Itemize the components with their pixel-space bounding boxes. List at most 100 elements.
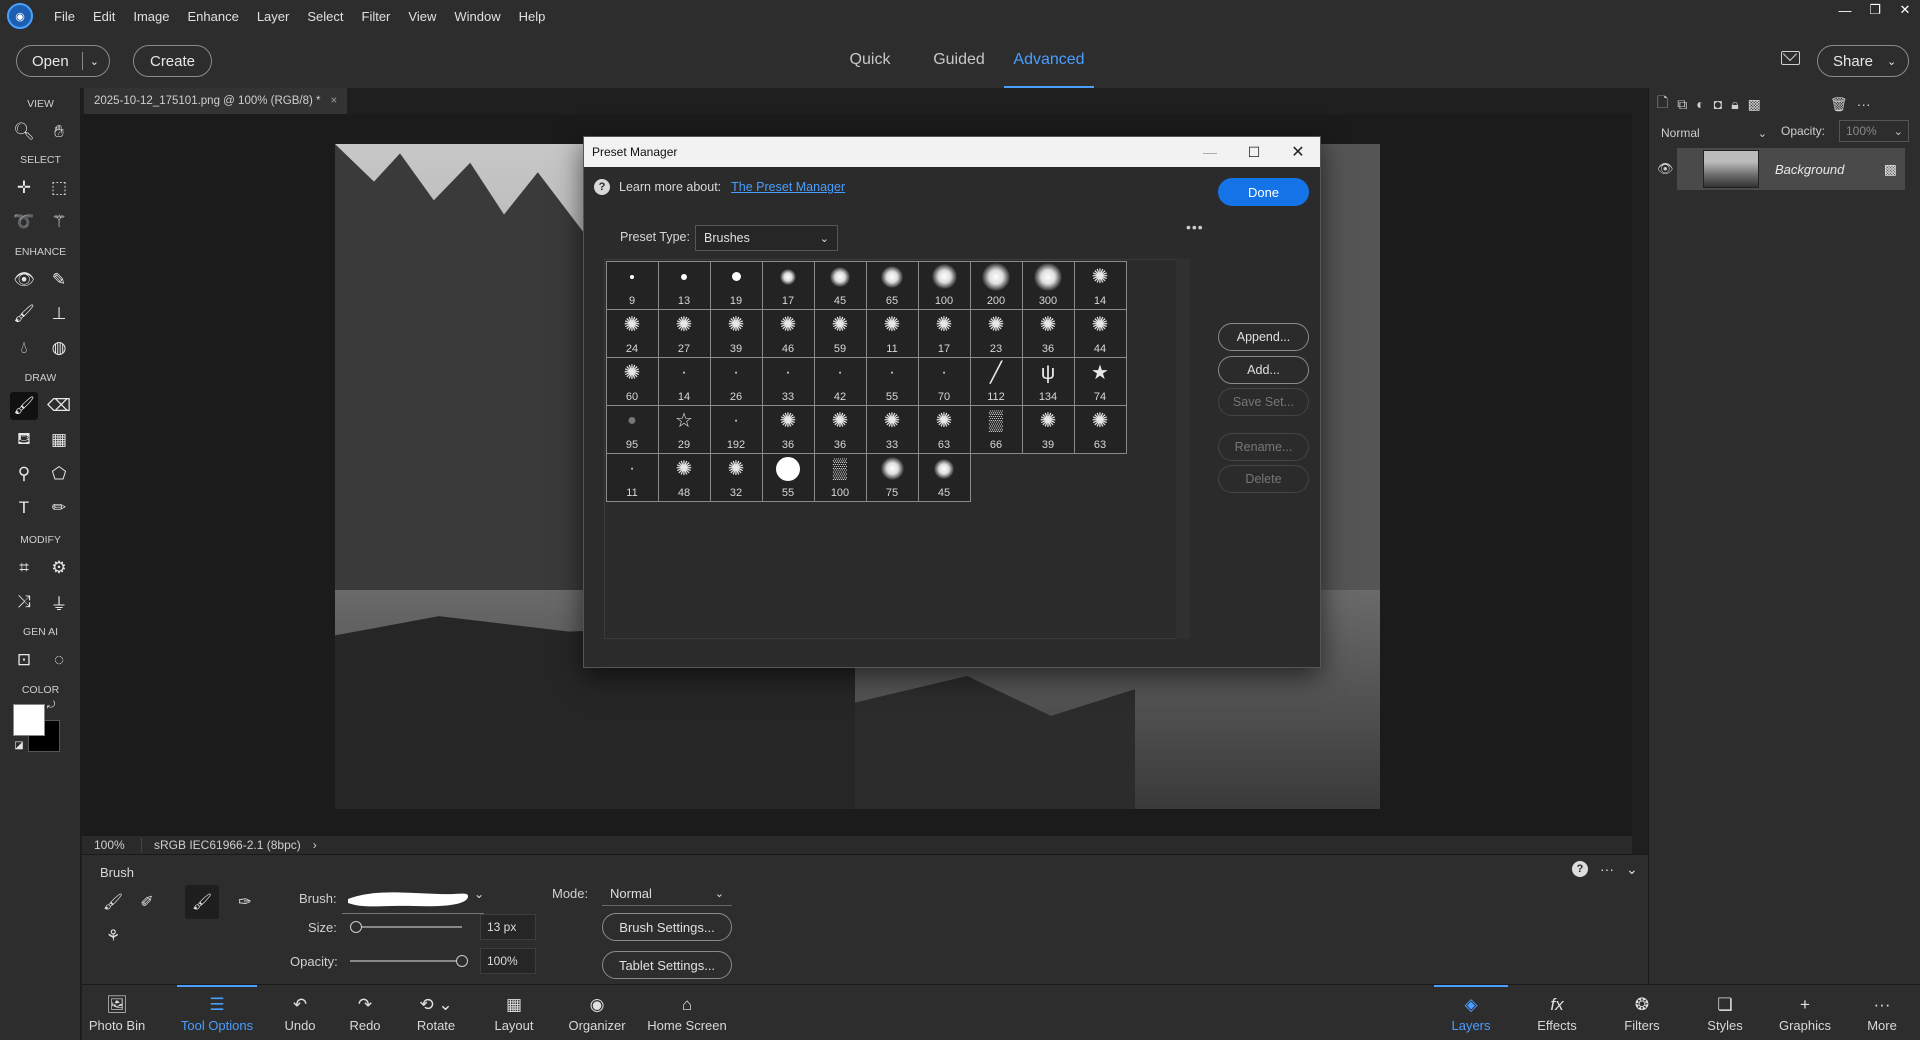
tab-advanced[interactable]: Advanced [1004, 32, 1094, 88]
brush-preset-cell[interactable]: · 192 [709, 404, 763, 454]
create-button[interactable]: Create [133, 45, 212, 77]
brush-preset-cell[interactable]: · 55 [865, 356, 919, 406]
lock-icon[interactable]: 🔒︎ [1731, 96, 1738, 113]
default-colors-icon[interactable]: ◪ [12, 738, 26, 752]
brush-preset-cell[interactable]: · 14 [657, 356, 711, 406]
pencil-tool-icon[interactable]: ✏︎ [45, 494, 73, 522]
opacity-field[interactable]: 100% [480, 948, 536, 974]
menu-file[interactable]: File [45, 9, 84, 24]
minimize-icon[interactable]: — [1830, 0, 1860, 20]
brush-preset-cell[interactable]: 9 [605, 260, 659, 310]
brush-preset-cell[interactable]: ✺ 48 [657, 452, 711, 502]
chevron-right-icon[interactable]: › [313, 838, 317, 852]
brush-preset-cell[interactable]: · 70 [917, 356, 971, 406]
chevron-down-icon[interactable]: ⌄ [90, 55, 99, 68]
delete-button[interactable]: Delete [1218, 465, 1309, 493]
styles-button[interactable]: ❏ Styles [1690, 985, 1760, 1040]
brush-preset-cell[interactable]: ✺ 63 [1073, 404, 1127, 454]
help-icon[interactable]: ? [1572, 861, 1588, 877]
red-eye-tool-icon[interactable]: 👁︎ [10, 266, 38, 294]
photo-bin-button[interactable]: 🖼︎ Photo Bin [82, 985, 152, 1040]
restore-icon[interactable]: ❐ [1860, 0, 1890, 20]
more-icon[interactable]: ··· [1857, 96, 1871, 112]
brush-preset-cell[interactable]: 200 [969, 260, 1023, 310]
brush-preset-cell[interactable]: 13 [657, 260, 711, 310]
layers-button[interactable]: ◈ Layers [1434, 985, 1508, 1040]
size-slider[interactable] [350, 926, 462, 928]
tab-quick[interactable]: Quick [838, 32, 902, 88]
scrollbar[interactable] [1176, 259, 1190, 639]
brush-preset-cell[interactable]: ▒ 100 [813, 452, 867, 502]
foreground-color-swatch[interactable] [13, 704, 45, 736]
generative-expand-icon[interactable]: ◌ [45, 646, 73, 674]
menu-window[interactable]: Window [445, 9, 509, 24]
open-button[interactable]: Open ⌄ [16, 45, 110, 77]
brush-mode-icon[interactable]: 🖌︎ [185, 885, 219, 919]
brush-preset-cell[interactable]: 45 [813, 260, 867, 310]
brush-preset-cell[interactable]: ✺ 60 [605, 356, 659, 406]
layer-lock-icon[interactable]: ▩ [1884, 161, 1897, 178]
filters-button[interactable]: ❂ Filters [1607, 985, 1677, 1040]
swap-colors-icon[interactable]: ⤾ [44, 698, 58, 712]
layer-opacity-field[interactable]: 100% ⌄ [1839, 120, 1909, 142]
brush-preset-cell[interactable]: ✺ 14 [1073, 260, 1127, 310]
brush-preset-cell[interactable]: ✺ 27 [657, 308, 711, 358]
layout-button[interactable]: ▦ Layout [486, 985, 542, 1040]
brush-preset-cell[interactable]: ✺ 11 [865, 308, 919, 358]
layer-row[interactable]: Background ▩ [1677, 148, 1905, 190]
opacity-slider[interactable] [350, 960, 462, 962]
brush-preset-cell[interactable]: ✺ 36 [813, 404, 867, 454]
size-slider-knob[interactable] [349, 921, 362, 933]
brush-preset-cell[interactable]: ✺ 46 [761, 308, 815, 358]
eye-icon[interactable]: 👁︎ [1657, 161, 1674, 177]
brush-preset-cell[interactable]: 300 [1021, 260, 1075, 310]
brush-preset-cell[interactable]: ★ 74 [1073, 356, 1127, 406]
straighten-tool-icon[interactable]: ⏚ [45, 588, 73, 616]
brush-preset-cell[interactable]: ╱ 112 [969, 356, 1023, 406]
graphics-button[interactable]: + Graphics [1765, 985, 1845, 1040]
size-field[interactable]: 13 px [480, 914, 536, 940]
clone-stamp-icon[interactable]: ⊥ [45, 300, 73, 328]
sponge-tool-icon[interactable]: ◍ [45, 334, 73, 362]
menu-enhance[interactable]: Enhance [179, 9, 248, 24]
append-button[interactable]: Append... [1218, 323, 1309, 351]
trash-icon[interactable]: 🗑︎ [1830, 96, 1848, 113]
menu-image[interactable]: Image [124, 9, 178, 24]
content-aware-move-icon[interactable]: ⤨ [10, 588, 38, 616]
menu-help[interactable]: Help [510, 9, 555, 24]
brush-preset-cell[interactable]: ✺ 32 [709, 452, 763, 502]
paint-bucket-icon[interactable]: ⛾ [10, 426, 38, 454]
brush-preset-cell[interactable]: ☆ 29 [657, 404, 711, 454]
chevron-down-icon[interactable]: ⌄ [1626, 861, 1638, 878]
chevron-down-icon[interactable]: ⌄ [474, 887, 484, 901]
add-button[interactable]: Add... [1218, 356, 1309, 384]
move-tool-icon[interactable]: ✛ [10, 174, 38, 202]
undo-button[interactable]: ↶ Undo [275, 985, 325, 1040]
more-button[interactable]: ··· More [1852, 985, 1912, 1040]
layer-mask-icon[interactable]: ◘ [1714, 96, 1722, 112]
brush-preset-cell[interactable]: ✺ 33 [865, 404, 919, 454]
brush-preset-cell[interactable]: · 11 [605, 452, 659, 502]
brush-preset-cell[interactable]: 75 [865, 452, 919, 502]
redo-button[interactable]: ↷ Redo [340, 985, 390, 1040]
magic-wand-icon[interactable]: ⚚ [45, 208, 73, 236]
organizer-button[interactable]: ◉ Organizer [564, 985, 630, 1040]
brush-variant-icon[interactable]: 🖌︎ [96, 885, 130, 919]
eyedropper-icon[interactable]: ⚲ [10, 460, 38, 488]
brush-preset-cell[interactable]: ✺ 59 [813, 308, 867, 358]
brush-preset-cell[interactable]: ✺ 36 [761, 404, 815, 454]
eraser-tool-icon[interactable]: ⌫ [45, 392, 73, 420]
menu-edit[interactable]: Edit [84, 9, 124, 24]
menu-select[interactable]: Select [298, 9, 352, 24]
done-button[interactable]: Done [1218, 178, 1309, 206]
brush-preset-cell[interactable]: ψ 134 [1021, 356, 1075, 406]
brush-preset-cell[interactable]: 45 [917, 452, 971, 502]
brush-preset-cell[interactable]: ✺ 24 [605, 308, 659, 358]
brush-preset-cell[interactable]: ✺ 17 [917, 308, 971, 358]
new-layer-icon[interactable]: 🗋 [1657, 92, 1668, 116]
brush-preset-cell[interactable]: 17 [761, 260, 815, 310]
more-icon[interactable]: ··· [1600, 861, 1614, 878]
preset-type-select[interactable]: Brushes ⌄ [695, 225, 838, 251]
lasso-tool-icon[interactable]: ➰ [10, 208, 38, 236]
brush-preset-cell[interactable]: ✺ 63 [917, 404, 971, 454]
